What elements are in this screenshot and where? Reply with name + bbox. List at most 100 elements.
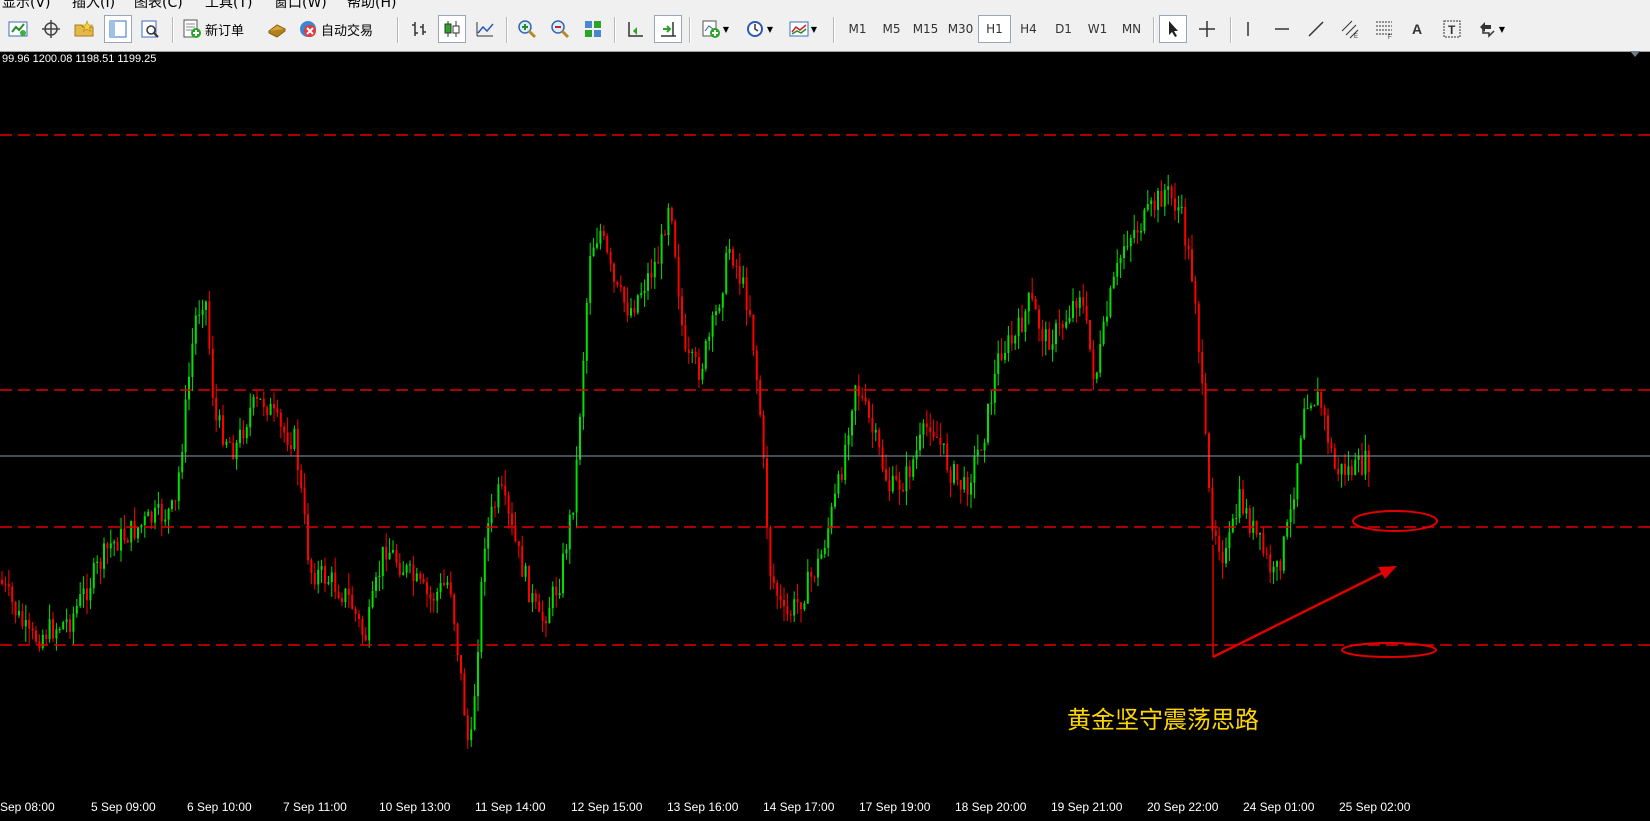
candle-body (235, 442, 238, 460)
candle-body (507, 495, 510, 514)
menu-window[interactable]: 窗口(W) (274, 0, 327, 9)
menu-insert[interactable]: 插入(I) (72, 0, 115, 9)
svg-text:E: E (1354, 34, 1358, 39)
timeframe-h1[interactable]: H1 (978, 15, 1011, 43)
new-order-button[interactable]: 新订单 (180, 15, 246, 43)
candle-body (1099, 343, 1102, 373)
vertical-line-icon[interactable] (1234, 15, 1262, 43)
menu-charts[interactable]: 图表(C) (134, 0, 183, 9)
candle-body (48, 619, 51, 639)
candle-body (242, 429, 245, 439)
candle-body (915, 450, 918, 460)
crosshair-navigator-icon[interactable] (37, 15, 65, 43)
candle-body (215, 397, 218, 421)
candle-body (606, 236, 609, 253)
candle-body (290, 445, 292, 449)
candle-body (324, 566, 326, 584)
text-label-icon[interactable]: A (1404, 15, 1432, 43)
x-axis-label: 5 Sep 09:00 (91, 800, 156, 814)
candle-body (1041, 328, 1044, 342)
candle-body (449, 582, 452, 595)
candle-body (1051, 344, 1054, 350)
menu-help[interactable]: 帮助(H) (347, 0, 396, 9)
menu-tools[interactable]: 工具(T) (205, 0, 252, 9)
candle-body (1133, 229, 1136, 239)
bar-chart-icon[interactable] (405, 15, 433, 43)
svg-text:F: F (1388, 35, 1392, 39)
candle-body (381, 546, 384, 577)
cursor-tool-icon[interactable] (1159, 15, 1187, 43)
market-watch-icon[interactable] (263, 15, 291, 43)
timeframe-m5[interactable]: M5 (875, 15, 908, 43)
chart-annotation-text[interactable]: 黄金坚守震荡思路 (1067, 700, 1259, 735)
candle-body (398, 562, 401, 576)
candle-body (361, 619, 364, 635)
crosshair-tool-icon[interactable] (1193, 15, 1221, 43)
candle-body (1170, 186, 1173, 199)
candle-body (466, 715, 469, 741)
auto-trading-button[interactable]: 自动交易 (296, 15, 375, 43)
candle-body (881, 447, 884, 470)
timeframe-mn[interactable]: MN (1115, 15, 1148, 43)
candle-body (222, 415, 224, 445)
candle-body (375, 577, 377, 591)
candle-body (932, 431, 935, 437)
chart-shift-icon[interactable] (621, 15, 649, 43)
indicators-dropdown[interactable]: ▼ (696, 15, 734, 43)
timeframe-m1[interactable]: M1 (841, 15, 874, 43)
target-ellipse (1352, 510, 1438, 532)
candle-body (69, 619, 71, 632)
timeframe-h4[interactable]: H4 (1012, 15, 1045, 43)
candle-body (1034, 299, 1037, 310)
tile-windows-icon[interactable] (579, 15, 607, 43)
candle-body (650, 273, 653, 278)
candle-body (820, 554, 823, 559)
price-chart[interactable] (0, 51, 1650, 821)
periods-dropdown[interactable]: ▼ (740, 15, 778, 43)
candle-body (1354, 459, 1357, 476)
candle-body (1004, 352, 1006, 360)
strategy-tester-icon[interactable] (136, 15, 164, 43)
candle-body (150, 511, 153, 523)
horizontal-line-icon[interactable] (1268, 15, 1296, 43)
candle-body (1119, 257, 1122, 264)
svg-text:T: T (1448, 23, 1456, 37)
fibonacci-retracement-icon[interactable]: F (1370, 15, 1398, 43)
candle-body (1225, 547, 1227, 564)
auto-scroll-icon[interactable] (654, 15, 682, 43)
toolbar-separator (833, 17, 834, 43)
candlestick-chart-icon[interactable] (438, 15, 466, 43)
candle-body (181, 452, 184, 473)
candle-body (483, 548, 486, 582)
timeframe-d1[interactable]: D1 (1047, 15, 1080, 43)
templates-dropdown[interactable]: ▼ (784, 15, 822, 43)
candle-body (681, 296, 683, 326)
timeframe-m30[interactable]: M30 (944, 15, 977, 43)
candle-body (1017, 317, 1020, 336)
data-window-icon[interactable] (104, 15, 132, 43)
favorites-folder-icon[interactable] (70, 15, 98, 43)
candle-body (715, 311, 717, 316)
menu-view[interactable]: 显示(V) (2, 0, 51, 9)
candle-body (358, 613, 360, 620)
candle-body (983, 442, 986, 451)
new-chart-icon[interactable] (4, 15, 32, 43)
x-axis-label: 11 Sep 14:00 (475, 800, 546, 814)
timeframe-m15[interactable]: M15 (909, 15, 942, 43)
equidistant-channel-icon[interactable]: E (1336, 15, 1364, 43)
zoom-out-icon[interactable] (546, 15, 574, 43)
candle-body (198, 314, 201, 316)
candle-body (1323, 407, 1326, 416)
timeframe-w1[interactable]: W1 (1081, 15, 1114, 43)
line-chart-icon[interactable] (471, 15, 499, 43)
trendline-icon[interactable] (1302, 15, 1330, 43)
candle-body (874, 429, 877, 433)
candle-body (701, 368, 704, 380)
zoom-in-icon[interactable] (513, 15, 541, 43)
arrows-dropdown[interactable]: ▼ (1472, 15, 1510, 43)
candle-body (555, 586, 558, 596)
candle-body (58, 629, 61, 631)
candle-body (1106, 316, 1108, 322)
text-box-icon[interactable]: T (1438, 15, 1466, 43)
toolbar: 新订单 自动交易 ▼ ▼ ▼ M1 M5 M15 M30 H1 H4 D1 W1… (0, 9, 1650, 52)
